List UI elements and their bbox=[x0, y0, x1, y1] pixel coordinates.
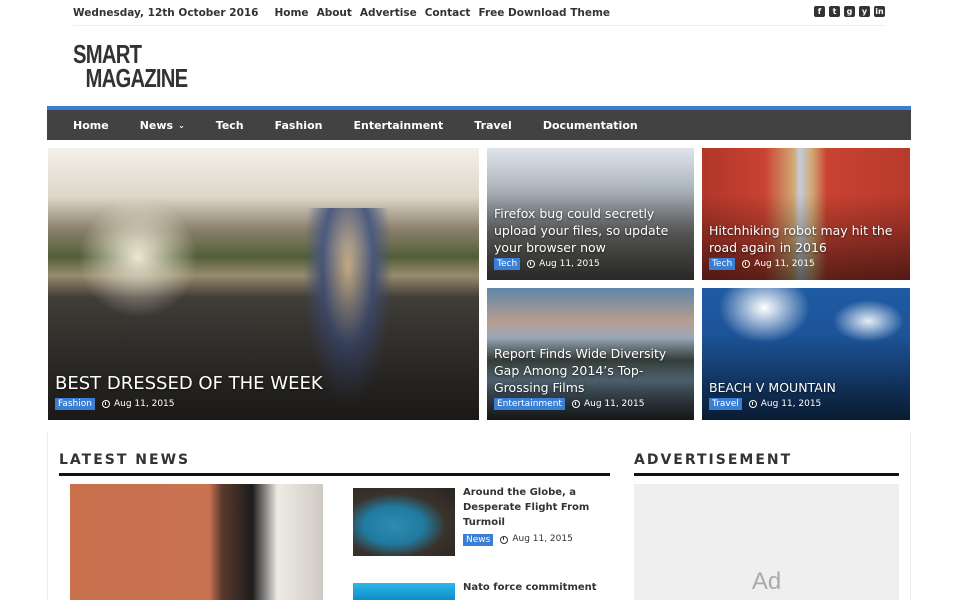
nav-entertainment[interactable]: Entertainment bbox=[353, 119, 443, 132]
clock-icon bbox=[527, 260, 536, 268]
nav-tech[interactable]: Tech bbox=[216, 119, 244, 132]
list-item: Around the Globe, a Desperate Flight Fro… bbox=[463, 485, 613, 547]
featured-title[interactable]: Firefox bug could secretly upload your f… bbox=[494, 205, 686, 256]
featured-card[interactable]: Report Finds Wide Diversity Gap Among 20… bbox=[487, 288, 694, 420]
current-date: Wednesday, 12th October 2016 bbox=[73, 6, 259, 19]
nav-travel[interactable]: Travel bbox=[474, 119, 512, 132]
clock-icon bbox=[500, 535, 509, 544]
social-links: f t g y in bbox=[814, 6, 885, 17]
category-badge[interactable]: Fashion bbox=[55, 398, 95, 410]
news-title[interactable]: Around the Globe, a Desperate Flight Fro… bbox=[463, 485, 613, 530]
category-badge[interactable]: Tech bbox=[709, 258, 736, 270]
featured-title[interactable]: Hitchhiking robot may hit the road again… bbox=[709, 222, 902, 256]
post-date: Aug 11, 2015 bbox=[583, 399, 645, 409]
nav-fashion[interactable]: Fashion bbox=[275, 119, 323, 132]
list-item: Nato force commitment bbox=[463, 580, 613, 595]
clock-icon bbox=[748, 400, 757, 408]
featured-title[interactable]: BEACH V MOUNTAIN bbox=[709, 379, 902, 396]
ad-label: Ad bbox=[751, 568, 782, 595]
featured-card-main[interactable]: BEST DRESSED OF THE WEEK Fashion Aug 11, … bbox=[48, 148, 479, 420]
top-link-advertise[interactable]: Advertise bbox=[360, 7, 417, 19]
featured-title[interactable]: Report Finds Wide Diversity Gap Among 20… bbox=[494, 345, 686, 396]
ad-placeholder[interactable]: Ad bbox=[634, 484, 899, 600]
nav-home[interactable]: Home bbox=[73, 119, 109, 132]
clock-icon bbox=[742, 260, 751, 268]
latest-featured-image[interactable] bbox=[70, 484, 323, 600]
twitter-icon[interactable]: t bbox=[829, 6, 840, 17]
featured-card[interactable]: Firefox bug could secretly upload your f… bbox=[487, 148, 694, 280]
top-link-free-download-theme[interactable]: Free Download Theme bbox=[478, 7, 610, 19]
news-title[interactable]: Nato force commitment bbox=[463, 580, 613, 595]
featured-card[interactable]: BEACH V MOUNTAIN Travel Aug 11, 2015 bbox=[702, 288, 910, 420]
chevron-down-icon: ⌄ bbox=[178, 120, 185, 130]
top-link-contact[interactable]: Contact bbox=[425, 7, 471, 19]
category-badge[interactable]: Travel bbox=[709, 398, 742, 410]
category-badge[interactable]: Tech bbox=[494, 258, 521, 270]
top-link-about[interactable]: About bbox=[317, 7, 352, 19]
clock-icon bbox=[101, 400, 110, 408]
latest-news-heading: LATEST NEWS bbox=[59, 452, 610, 476]
youtube-icon[interactable]: y bbox=[859, 6, 870, 17]
featured-title[interactable]: BEST DRESSED OF THE WEEK bbox=[55, 372, 471, 396]
post-date: Aug 11, 2015 bbox=[512, 534, 573, 544]
google-plus-icon[interactable]: g bbox=[844, 6, 855, 17]
nav-documentation[interactable]: Documentation bbox=[543, 119, 638, 132]
linkedin-icon[interactable]: in bbox=[874, 6, 885, 17]
news-thumbnail[interactable] bbox=[353, 488, 455, 556]
logo-line-2: MAGAZINE bbox=[85, 63, 188, 93]
category-badge[interactable]: News bbox=[463, 533, 494, 546]
post-date: Aug 11, 2015 bbox=[760, 399, 822, 409]
post-date: Aug 11, 2015 bbox=[754, 259, 815, 269]
clock-icon bbox=[571, 400, 580, 408]
news-thumbnail[interactable] bbox=[353, 583, 455, 600]
main-navigation: Home News ⌄ Tech Fashion Entertainment Tr… bbox=[47, 106, 911, 140]
featured-card[interactable]: Hitchhiking robot may hit the road again… bbox=[702, 148, 910, 280]
category-badge[interactable]: Entertainment bbox=[494, 398, 565, 410]
top-bar: Wednesday, 12th October 2016 Home About … bbox=[73, 0, 885, 26]
site-logo[interactable]: SMART MAGAZINE bbox=[73, 41, 188, 93]
advertisement-heading: ADVERTISEMENT bbox=[634, 452, 899, 476]
facebook-icon[interactable]: f bbox=[814, 6, 825, 17]
nav-news[interactable]: News ⌄ bbox=[140, 119, 185, 132]
nav-news-label: News bbox=[139, 118, 174, 132]
post-date: Aug 11, 2015 bbox=[539, 259, 600, 269]
top-link-home[interactable]: Home bbox=[274, 7, 308, 19]
post-date: Aug 11, 2015 bbox=[113, 399, 175, 409]
